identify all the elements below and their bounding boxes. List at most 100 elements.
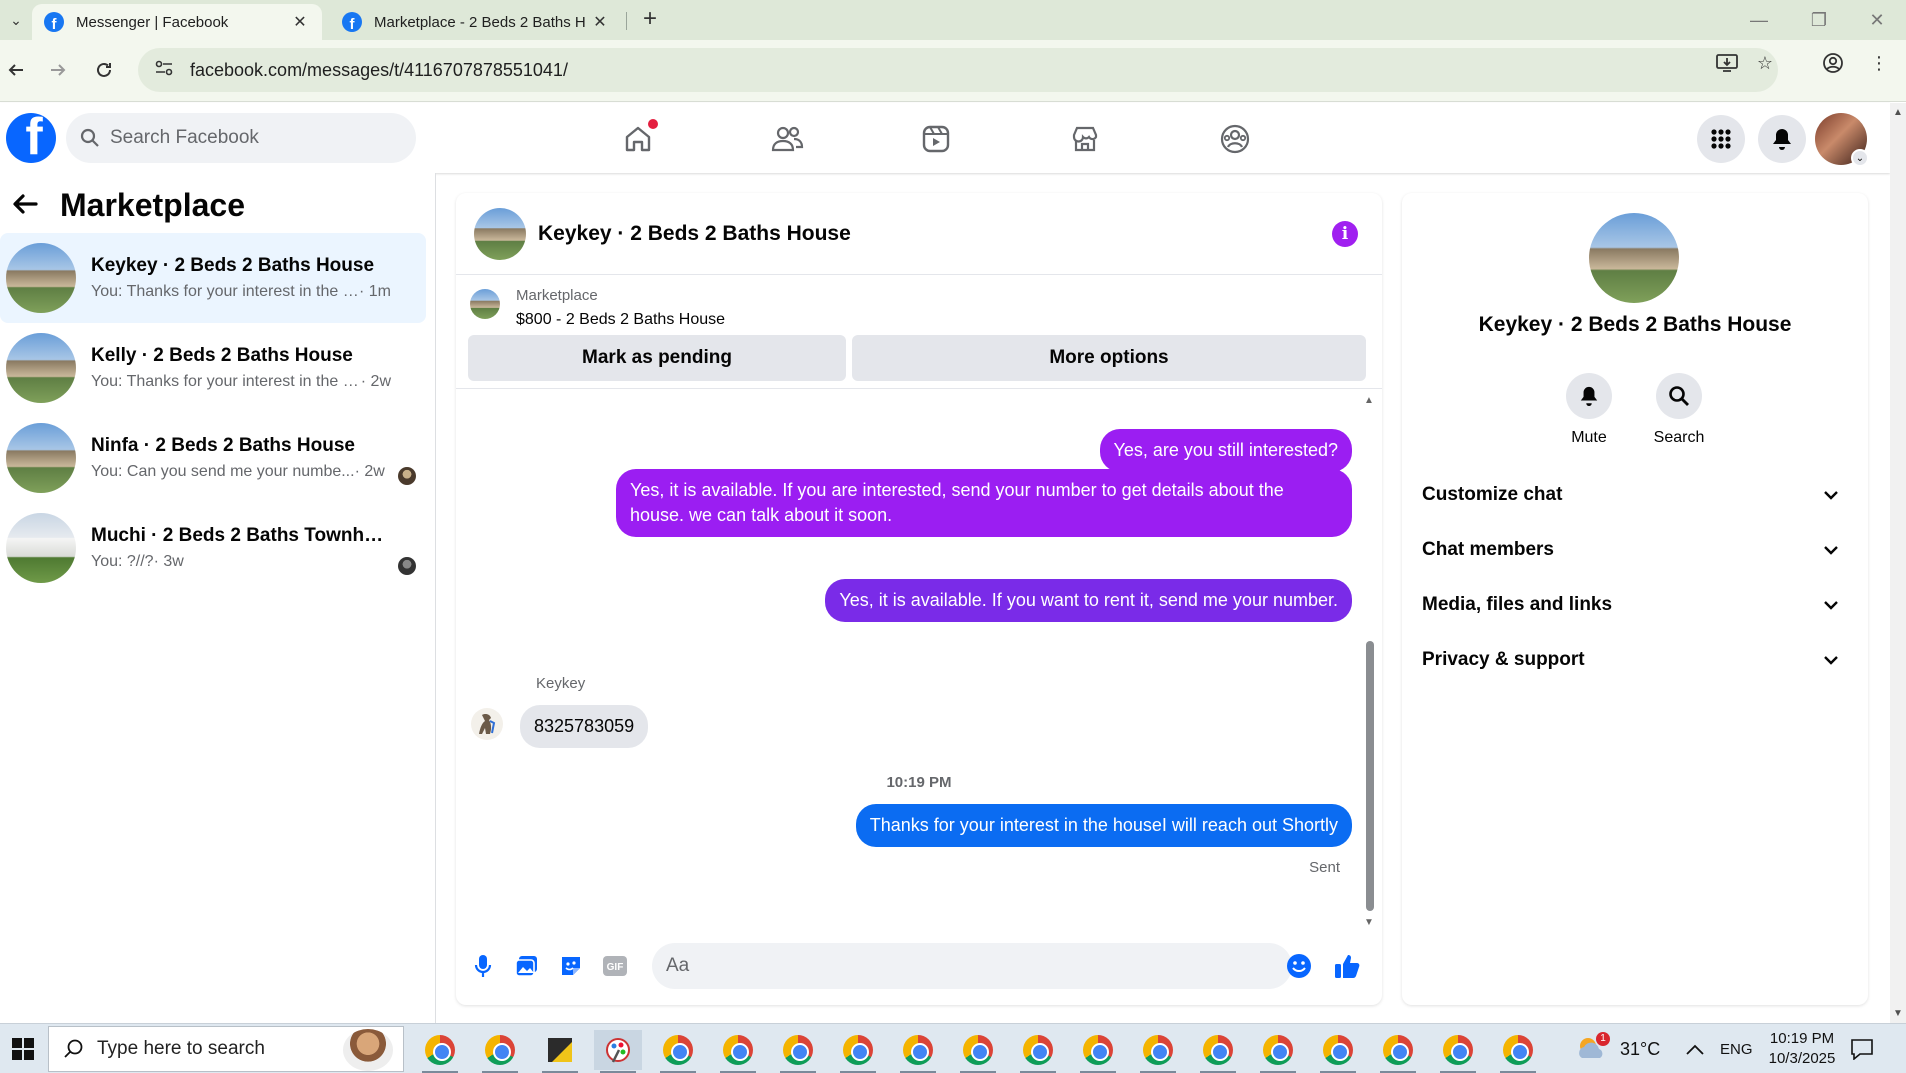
tab-marketplace[interactable]: f Marketplace - 2 Beds 2 Baths H ✕ (330, 4, 622, 40)
notifications-button[interactable] (1758, 115, 1806, 163)
show-hidden-icons-button[interactable] (1686, 1024, 1704, 1073)
microphone-icon[interactable] (468, 951, 498, 981)
incoming-message[interactable]: 8325783059 (520, 705, 649, 748)
chat-scrollbar[interactable]: ▲ ▼ (1364, 395, 1374, 928)
forward-button[interactable] (42, 54, 74, 86)
privacy-support-section[interactable]: Privacy & support (1422, 640, 1852, 680)
restore-button[interactable]: ❐ (1796, 6, 1842, 34)
close-tab-icon[interactable]: ✕ (290, 12, 310, 32)
conversation-time: · 1m (359, 283, 391, 300)
facebook-search[interactable] (66, 113, 416, 163)
minimize-button[interactable]: — (1736, 6, 1782, 34)
taskbar-chrome[interactable] (954, 1030, 1002, 1073)
install-app-icon[interactable] (1714, 50, 1740, 76)
browser-menu-icon[interactable]: ⋮ (1866, 50, 1892, 76)
weather-widget[interactable]: 1 31°C (1574, 1024, 1660, 1073)
language-indicator[interactable]: ENG (1720, 1024, 1753, 1073)
site-settings-icon[interactable] (146, 60, 182, 80)
taskbar-search[interactable] (48, 1026, 404, 1072)
start-button[interactable] (0, 1024, 46, 1073)
taskbar-chrome[interactable] (476, 1030, 524, 1073)
more-options-button[interactable]: More options (852, 335, 1366, 381)
conversation-item[interactable]: Ninfa · 2 Beds 2 Baths House You: Can yo… (0, 413, 426, 503)
taskbar-chrome[interactable] (654, 1030, 702, 1073)
close-window-button[interactable]: ✕ (1854, 6, 1900, 34)
chrome-icon (1083, 1035, 1113, 1065)
emoji-icon[interactable] (1284, 951, 1314, 981)
taskbar-chrome[interactable] (416, 1030, 464, 1073)
bookmark-star-icon[interactable]: ☆ (1752, 50, 1778, 76)
outgoing-message[interactable]: Yes, are you still interested? (1099, 429, 1352, 472)
media-files-links-section[interactable]: Media, files and links (1422, 585, 1852, 625)
facebook-logo-icon[interactable]: f (6, 113, 56, 163)
chat-header: Keykey · 2 Beds 2 Baths House i (456, 193, 1382, 275)
clock[interactable]: 10:19 PM 10/3/2025 (1762, 1024, 1842, 1073)
new-tab-button[interactable]: + (636, 6, 664, 34)
outgoing-message[interactable]: Yes, it is available. If you are interes… (616, 469, 1352, 537)
chat-title[interactable]: Keykey · 2 Beds 2 Baths House (538, 222, 851, 246)
tab-search-dropdown[interactable]: ⌄ (4, 8, 28, 32)
taskbar-chrome[interactable] (1494, 1030, 1542, 1073)
back-arrow-icon[interactable] (12, 190, 38, 222)
listing-title[interactable]: $800 - 2 Beds 2 Baths House (516, 311, 725, 329)
photo-icon[interactable] (512, 951, 542, 981)
taskbar-chrome[interactable] (1074, 1030, 1122, 1073)
chat-members-section[interactable]: Chat members (1422, 530, 1852, 570)
page-scrollbar[interactable]: ▲ ▼ (1890, 103, 1906, 1023)
taskbar-search-input[interactable] (97, 1038, 327, 1060)
taskbar-chrome[interactable] (1434, 1030, 1482, 1073)
conversation-item[interactable]: Keykey · 2 Beds 2 Baths House You: Thank… (0, 233, 426, 323)
friends-icon (771, 126, 804, 152)
gif-icon[interactable]: GIF (600, 951, 630, 981)
taskbar-chrome[interactable] (714, 1030, 762, 1073)
conversation-item[interactable]: Kelly · 2 Beds 2 Baths House You: Thanks… (0, 323, 426, 413)
scroll-down-icon[interactable]: ▼ (1893, 1008, 1903, 1019)
search-in-chat-button[interactable]: Search (1639, 373, 1719, 447)
sticker-icon[interactable] (556, 951, 586, 981)
address-bar[interactable]: facebook.com/messages/t/4116707878551041… (138, 48, 1778, 92)
search-input[interactable] (110, 127, 400, 149)
scroll-up-icon[interactable]: ▲ (1893, 107, 1903, 118)
taskbar-chrome[interactable] (774, 1030, 822, 1073)
sender-avatar[interactable] (470, 707, 504, 741)
thumbs-up-icon[interactable] (1332, 951, 1362, 981)
taskbar-chrome[interactable] (1314, 1030, 1362, 1073)
tab-messenger[interactable]: f Messenger | Facebook ✕ (32, 4, 322, 40)
taskbar-chrome[interactable] (894, 1030, 942, 1073)
conversation-item[interactable]: Muchi · 2 Beds 2 Baths Townhou... You: ?… (0, 503, 426, 593)
scroll-up-icon[interactable]: ▲ (1364, 395, 1374, 406)
outgoing-message[interactable]: Thanks for your interest in the houseI w… (855, 804, 1352, 847)
taskbar-chrome[interactable] (834, 1030, 882, 1073)
nav-marketplace[interactable] (1025, 113, 1145, 165)
scrollbar-thumb[interactable] (1366, 641, 1374, 911)
notification-center-button[interactable] (1850, 1024, 1874, 1073)
taskbar-chrome[interactable] (1134, 1030, 1182, 1073)
nav-groups[interactable] (1175, 113, 1295, 165)
taskbar-chrome[interactable] (1014, 1030, 1062, 1073)
info-icon[interactable]: i (1332, 221, 1358, 247)
message-input[interactable] (652, 943, 1292, 989)
close-tab-icon[interactable]: ✕ (590, 12, 610, 32)
mark-as-pending-button[interactable]: Mark as pending (468, 335, 846, 381)
taskbar-chrome[interactable] (1254, 1030, 1302, 1073)
back-button[interactable] (0, 54, 32, 86)
nav-friends[interactable] (727, 113, 847, 165)
chat-avatar[interactable] (474, 207, 526, 260)
listing-avatar[interactable] (1589, 213, 1679, 303)
profile-icon[interactable] (1820, 50, 1846, 76)
listing-thumbnail[interactable] (470, 289, 500, 319)
mute-button[interactable]: Mute (1549, 373, 1629, 447)
menu-grid-button[interactable] (1697, 115, 1745, 163)
customize-chat-section[interactable]: Customize chat (1422, 475, 1852, 515)
outgoing-message[interactable]: Yes, it is available. If you want to ren… (825, 579, 1352, 622)
taskbar-chrome[interactable] (1194, 1030, 1242, 1073)
search-highlight-image[interactable] (343, 1029, 393, 1071)
temperature: 31°C (1620, 1038, 1661, 1059)
taskbar-paint[interactable] (594, 1030, 642, 1073)
taskbar-chrome[interactable] (1374, 1030, 1422, 1073)
reload-button[interactable] (88, 54, 120, 86)
taskbar-sticky-notes[interactable] (536, 1030, 584, 1073)
nav-home[interactable] (578, 113, 698, 165)
nav-video[interactable] (876, 113, 996, 165)
account-avatar[interactable]: ⌄ (1815, 113, 1869, 167)
